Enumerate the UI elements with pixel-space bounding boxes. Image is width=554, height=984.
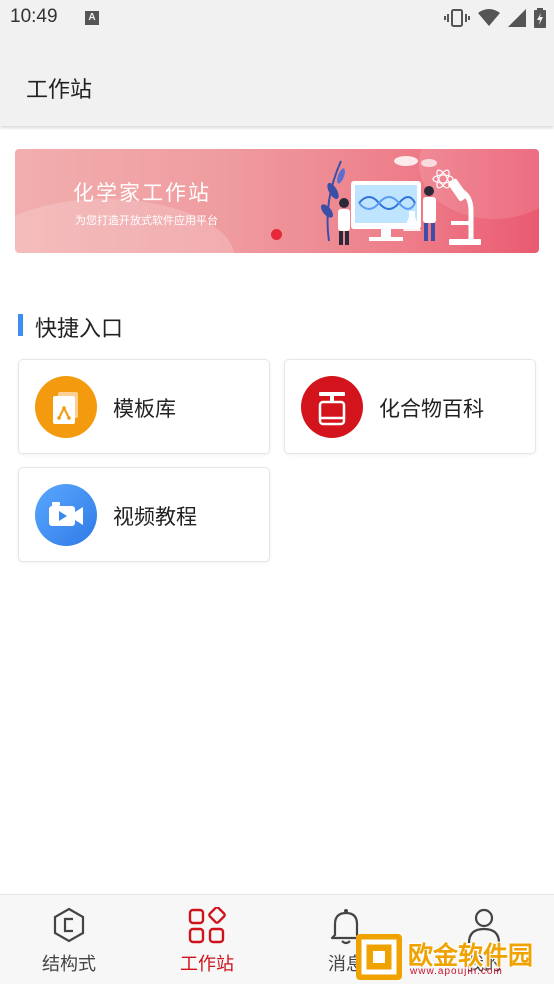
nav-item-workstation[interactable]: 工作站 bbox=[138, 895, 276, 984]
status-bar: 10:49 A bbox=[0, 0, 554, 38]
status-time: 10:49 bbox=[10, 6, 58, 27]
template-library-icon bbox=[35, 376, 97, 438]
video-tutorial-card[interactable]: 视频教程 bbox=[18, 467, 270, 562]
nav-label: 结构式 bbox=[42, 954, 96, 975]
banner-title: 化学家工作站 bbox=[73, 181, 211, 205]
status-icons bbox=[444, 8, 546, 28]
structure-formula-icon bbox=[53, 907, 85, 943]
banner-subtitle: 为您打造开放式软件应用平台 bbox=[75, 214, 218, 227]
wifi-icon bbox=[478, 9, 500, 26]
template-library-card[interactable]: 模板库 bbox=[18, 359, 270, 454]
nav-item-structure[interactable]: 结构式 bbox=[0, 895, 138, 984]
compound-encyclopedia-icon bbox=[301, 376, 363, 438]
carousel-indicator[interactable] bbox=[271, 229, 282, 240]
card-label: 模板库 bbox=[113, 397, 176, 421]
card-label: 视频教程 bbox=[113, 505, 197, 529]
nav-label: 工作站 bbox=[180, 954, 234, 975]
watermark-logo-icon bbox=[356, 934, 402, 980]
lab-illustration bbox=[321, 156, 481, 245]
watermark: 欧金软件园 www.apoujin.com bbox=[356, 934, 548, 980]
compound-encyclopedia-card[interactable]: 化合物百科 bbox=[284, 359, 536, 454]
text-a-icon: A bbox=[85, 11, 99, 25]
watermark-url: www.apoujin.com bbox=[410, 966, 503, 977]
app-bar: 工作站 bbox=[0, 38, 554, 126]
video-tutorial-icon bbox=[35, 484, 97, 546]
section-title: 快捷入口 bbox=[35, 317, 124, 342]
vibrate-icon bbox=[444, 9, 470, 27]
card-label: 化合物百科 bbox=[379, 397, 484, 421]
banner-carousel[interactable]: 化学家工作站 为您打造开放式软件应用平台 bbox=[15, 149, 539, 253]
workstation-grid-icon bbox=[188, 907, 226, 944]
cellular-signal-icon bbox=[508, 9, 526, 27]
page-title: 工作站 bbox=[26, 78, 93, 103]
section-accent-bar bbox=[18, 314, 23, 336]
battery-charging-icon bbox=[534, 8, 546, 28]
